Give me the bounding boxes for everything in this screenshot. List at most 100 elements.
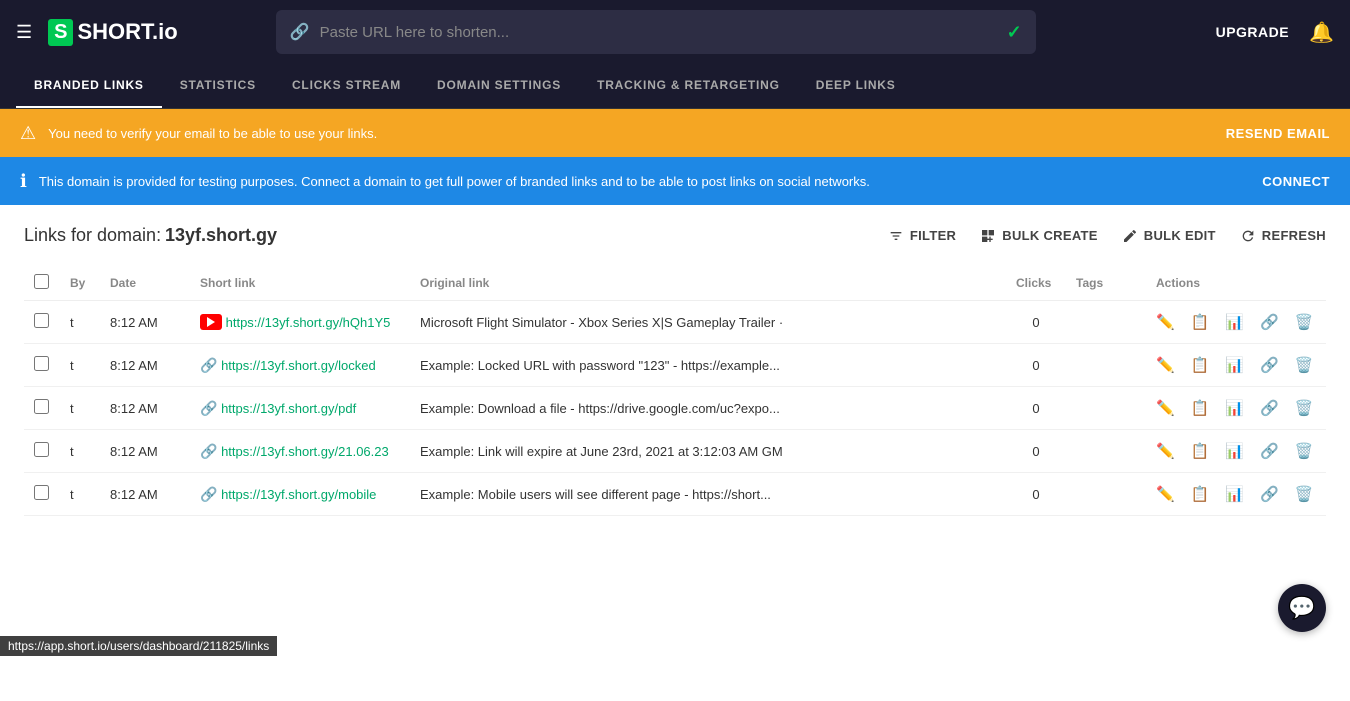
row-actions-1: ✏️ 📋 📊 🔗 🗑️	[1146, 344, 1326, 387]
share-icon-3[interactable]: 🔗	[1260, 442, 1279, 460]
row-short-link-2: 🔗 https://13yf.short.gy/pdf	[190, 387, 410, 430]
upgrade-button[interactable]: UPGRADE	[1216, 24, 1290, 40]
statusbar-text: https://app.short.io/users/dashboard/211…	[8, 639, 269, 653]
row-by-0: t	[60, 301, 100, 344]
short-link-anchor-2[interactable]: https://13yf.short.gy/pdf	[221, 401, 356, 416]
logo-text: SHORT.io	[77, 19, 177, 45]
short-link-anchor-4[interactable]: https://13yf.short.gy/mobile	[221, 487, 376, 502]
edit-icon-2[interactable]: ✏️	[1156, 399, 1175, 417]
link-icon: 🔗	[200, 400, 217, 416]
col-by: By	[60, 266, 100, 301]
delete-icon-3[interactable]: 🗑️	[1295, 442, 1314, 460]
chat-bubble[interactable]: 💬	[1278, 584, 1326, 632]
tab-deep-links[interactable]: DEEP LINKS	[798, 64, 914, 108]
table-row: t 8:12 AM 🔗 https://13yf.short.gy/pdf Ex…	[24, 387, 1326, 430]
connect-button[interactable]: CONNECT	[1262, 174, 1330, 189]
resend-email-button[interactable]: RESEND EMAIL	[1226, 126, 1330, 141]
copy-icon-1[interactable]: 📋	[1191, 356, 1210, 374]
header-right: UPGRADE 🔔	[1216, 20, 1334, 45]
tab-tracking-retargeting[interactable]: TRACKING & RETARGETING	[579, 64, 798, 108]
navigation: BRANDED LINKS STATISTICS CLICKS STREAM D…	[0, 64, 1350, 109]
stats-icon-4[interactable]: 📊	[1225, 485, 1244, 503]
short-link-anchor-3[interactable]: https://13yf.short.gy/21.06.23	[221, 444, 389, 459]
row-by-1: t	[60, 344, 100, 387]
row-checkbox-3[interactable]	[34, 442, 49, 457]
row-original-1: Example: Locked URL with password "123" …	[410, 344, 1006, 387]
stats-icon-1[interactable]: 📊	[1225, 356, 1244, 374]
short-link-anchor-0[interactable]: https://13yf.short.gy/hQh1Y5	[226, 315, 391, 330]
edit-icon-3[interactable]: ✏️	[1156, 442, 1175, 460]
tab-domain-settings[interactable]: DOMAIN SETTINGS	[419, 64, 579, 108]
filter-label: FILTER	[910, 228, 956, 243]
row-clicks-4: 0	[1006, 473, 1066, 516]
link-icon: 🔗	[290, 22, 310, 42]
warning-banner-text: You need to verify your email to be able…	[48, 126, 1214, 141]
row-clicks-0: 0	[1006, 301, 1066, 344]
edit-icon-1[interactable]: ✏️	[1156, 356, 1175, 374]
links-table: By Date Short link Original link Clicks …	[24, 266, 1326, 516]
edit-icon-4[interactable]: ✏️	[1156, 485, 1175, 503]
share-icon-4[interactable]: 🔗	[1260, 485, 1279, 503]
col-short-link: Short link	[190, 266, 410, 301]
row-date-2: 8:12 AM	[100, 387, 190, 430]
refresh-button[interactable]: REFRESH	[1240, 228, 1326, 244]
search-check-icon[interactable]: ✓	[1007, 22, 1022, 43]
copy-icon-0[interactable]: 📋	[1191, 313, 1210, 331]
info-banner-text: This domain is provided for testing purp…	[39, 174, 1250, 189]
copy-icon-2[interactable]: 📋	[1191, 399, 1210, 417]
col-tags: Tags	[1066, 266, 1146, 301]
refresh-icon	[1240, 228, 1256, 244]
row-clicks-2: 0	[1006, 387, 1066, 430]
col-original-link: Original link	[410, 266, 1006, 301]
info-icon: ℹ	[20, 171, 27, 192]
bulk-edit-icon	[1122, 228, 1138, 244]
copy-icon-4[interactable]: 📋	[1191, 485, 1210, 503]
link-icon: 🔗	[200, 357, 217, 373]
delete-icon-4[interactable]: 🗑️	[1295, 485, 1314, 503]
tab-clicks-stream[interactable]: CLICKS STREAM	[274, 64, 419, 108]
row-short-link-0: https://13yf.short.gy/hQh1Y5	[190, 301, 410, 344]
row-checkbox-4[interactable]	[34, 485, 49, 500]
share-icon-1[interactable]: 🔗	[1260, 356, 1279, 374]
search-input[interactable]	[320, 24, 997, 41]
row-tags-0	[1066, 301, 1146, 344]
col-clicks: Clicks	[1006, 266, 1066, 301]
bulk-create-button[interactable]: BULK CREATE	[980, 228, 1098, 244]
share-icon-0[interactable]: 🔗	[1260, 313, 1279, 331]
copy-icon-3[interactable]: 📋	[1191, 442, 1210, 460]
stats-icon-0[interactable]: 📊	[1225, 313, 1244, 331]
stats-icon-3[interactable]: 📊	[1225, 442, 1244, 460]
row-checkbox-0[interactable]	[34, 313, 49, 328]
delete-icon-0[interactable]: 🗑️	[1295, 313, 1314, 331]
logo[interactable]: S SHORT.io	[48, 19, 178, 46]
notification-icon[interactable]: 🔔	[1309, 20, 1334, 45]
row-checkbox-2[interactable]	[34, 399, 49, 414]
refresh-label: REFRESH	[1262, 228, 1326, 243]
table-row: t 8:12 AM 🔗 https://13yf.short.gy/21.06.…	[24, 430, 1326, 473]
header: ☰ S SHORT.io 🔗 ✓ UPGRADE 🔔	[0, 0, 1350, 64]
row-checkbox-1[interactable]	[34, 356, 49, 371]
filter-button[interactable]: FILTER	[888, 228, 956, 244]
col-date: Date	[100, 266, 190, 301]
tab-branded-links[interactable]: BRANDED LINKS	[16, 64, 162, 108]
edit-icon-0[interactable]: ✏️	[1156, 313, 1175, 331]
row-actions-2: ✏️ 📋 📊 🔗 🗑️	[1146, 387, 1326, 430]
row-short-link-1: 🔗 https://13yf.short.gy/locked	[190, 344, 410, 387]
info-banner: ℹ This domain is provided for testing pu…	[0, 157, 1350, 205]
domain-label: Links for domain:	[24, 225, 161, 246]
filter-icon	[888, 228, 904, 244]
menu-icon[interactable]: ☰	[16, 22, 32, 43]
row-clicks-1: 0	[1006, 344, 1066, 387]
stats-icon-2[interactable]: 📊	[1225, 399, 1244, 417]
share-icon-2[interactable]: 🔗	[1260, 399, 1279, 417]
bulk-edit-button[interactable]: BULK EDIT	[1122, 228, 1216, 244]
row-date-3: 8:12 AM	[100, 430, 190, 473]
delete-icon-1[interactable]: 🗑️	[1295, 356, 1314, 374]
link-icon: 🔗	[200, 486, 217, 502]
tab-statistics[interactable]: STATISTICS	[162, 64, 274, 108]
select-all-checkbox[interactable]	[34, 274, 49, 289]
row-date-0: 8:12 AM	[100, 301, 190, 344]
table-row: t 8:12 AM 🔗 https://13yf.short.gy/locked…	[24, 344, 1326, 387]
short-link-anchor-1[interactable]: https://13yf.short.gy/locked	[221, 358, 376, 373]
delete-icon-2[interactable]: 🗑️	[1295, 399, 1314, 417]
